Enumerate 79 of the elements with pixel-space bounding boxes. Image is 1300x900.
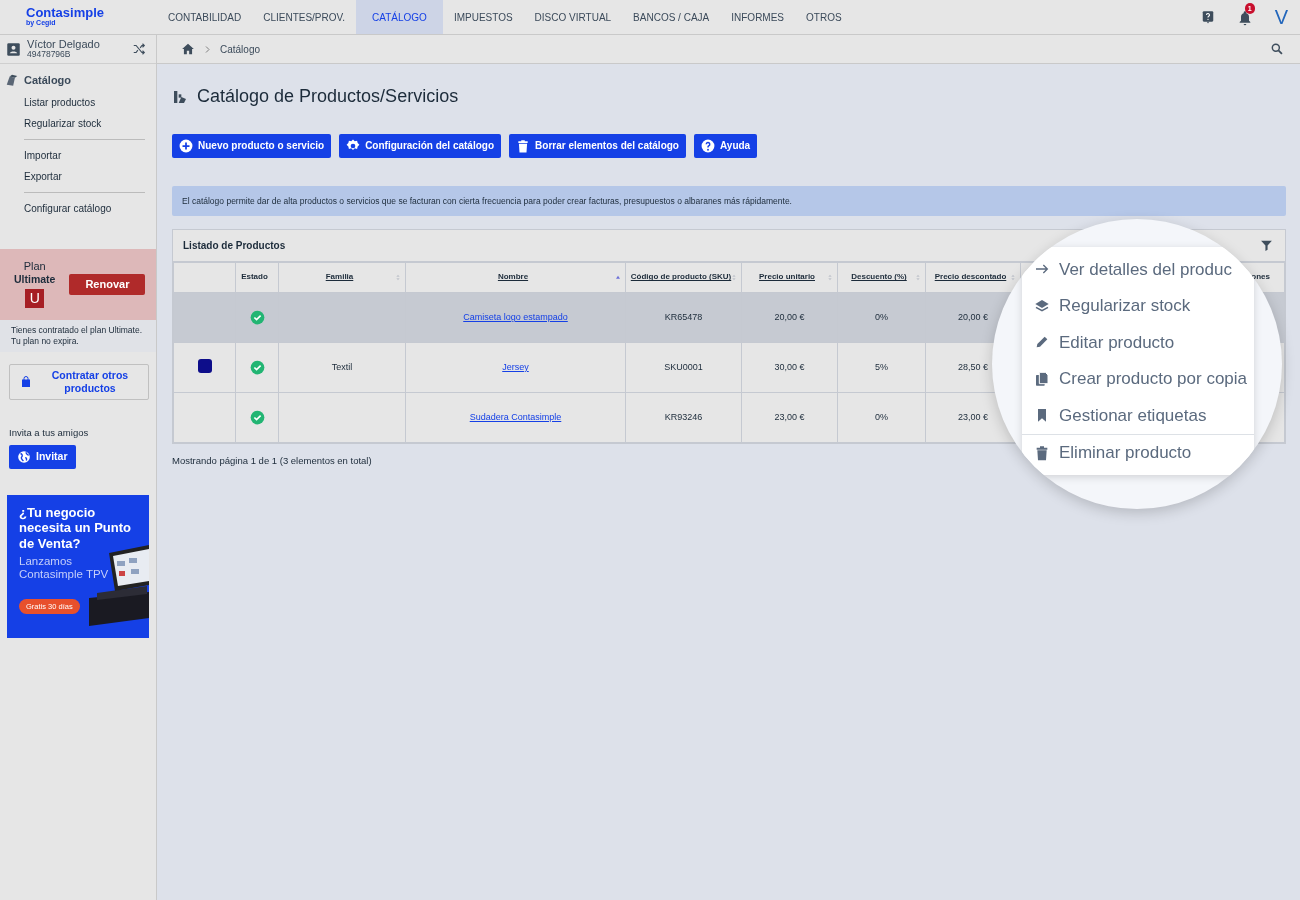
chevron-icon	[203, 44, 212, 54]
nav-tab[interactable]: CLIENTES/PROV.	[252, 0, 357, 34]
globe-icon	[17, 449, 31, 464]
invite-label: Invita a tus amigos	[9, 426, 90, 441]
table-cell: 5%	[875, 362, 888, 373]
shopping-bag-icon	[20, 375, 32, 390]
shuffle-icon[interactable]	[132, 42, 146, 56]
sidebar-item[interactable]: Configurar catálogo	[0, 197, 156, 219]
nav-tab[interactable]: CONTABILIDAD	[157, 0, 253, 34]
nav-tab[interactable]: DISCO VIRTUAL	[523, 0, 623, 34]
home-icon[interactable]	[181, 42, 195, 56]
table-cell: 0%	[875, 412, 888, 423]
table-cell: 20,00 €	[958, 312, 988, 323]
table-cell: 23,00 €	[774, 412, 805, 423]
action-button[interactable]: Borrar elementos del catálogo	[509, 133, 686, 158]
check-circle-icon	[249, 310, 265, 326]
copy-icon	[1034, 370, 1050, 387]
product-link[interactable]: Jersey	[502, 362, 529, 373]
plan-note: Tienes contratado el plan Ultimate. Tu plan no expira.	[0, 319, 156, 353]
check-circle-icon	[249, 410, 265, 426]
nav-tab[interactable]: IMPUESTOS	[442, 0, 524, 34]
plan-name: Ultimate	[14, 273, 56, 286]
sidebar-item[interactable]: Listar productos	[0, 91, 156, 113]
table-cell: SKU0001	[664, 362, 703, 373]
help-icon[interactable]	[1200, 10, 1215, 24]
product-link[interactable]: Sudadera Contasimple	[469, 412, 562, 423]
table-cell: 20,00 €	[774, 312, 805, 323]
nav-tab[interactable]: CATÁLOGO	[356, 0, 443, 34]
info-banner: El catálogo permite dar de alta productos o servicios que se facturan con cierta frecuencia para poder crear facturas, presupuestos o albaranes más rápidamente.	[172, 185, 1286, 217]
nav-tab[interactable]: OTROS	[795, 0, 853, 34]
renew-button[interactable]: Renovar	[69, 273, 146, 295]
promo-headline: ¿Tu negocio necesita un Punto de Venta?	[19, 504, 132, 552]
column-sort-header[interactable]: Precio unitario	[759, 273, 815, 283]
table-cell: 0%	[875, 312, 888, 323]
layers-icon	[1034, 297, 1050, 314]
sidebar-item[interactable]: Importar	[0, 144, 156, 166]
user-card-icon	[6, 41, 21, 57]
action-button[interactable]: Ayuda	[694, 133, 758, 158]
menu-item[interactable]: Gestionar etiquetas	[1022, 397, 1254, 434]
table-cell: KR65478	[664, 312, 703, 323]
table-title: Listado de Productos	[183, 239, 286, 254]
contract-button[interactable]: Contratar otros productos	[9, 364, 149, 401]
plan-badge: U	[25, 288, 45, 308]
sort-icon[interactable]	[730, 273, 738, 283]
column-header: Estado	[241, 273, 268, 283]
action-button[interactable]: Configuración del catálogo	[339, 133, 502, 158]
action-button[interactable]: Nuevo producto o servicio	[172, 133, 332, 158]
table-cell: 30,00 €	[774, 362, 805, 373]
pagination-info: Mostrando página 1 de 1 (3 elementos en total)	[172, 455, 372, 467]
user-name: Víctor Delgado	[27, 38, 100, 51]
sidebar-section[interactable]: Catálogo	[24, 72, 72, 89]
user-initial[interactable]: V	[1274, 2, 1288, 32]
column-sort-header[interactable]: Familia	[325, 273, 354, 283]
invite-button[interactable]: Invitar	[9, 444, 76, 469]
page-title: Catálogo de Productos/Servicios	[197, 86, 459, 108]
trash-icon	[1034, 444, 1050, 461]
table-cell: KR93246	[664, 412, 703, 423]
table-cell: 23,00 €	[958, 412, 988, 423]
search-icon[interactable]	[1270, 42, 1284, 56]
plan-label: Plan	[22, 260, 47, 274]
breadcrumb-item[interactable]: Catálogo	[220, 41, 261, 57]
table-cell: Textil	[331, 362, 353, 373]
user-id: 49478796B	[27, 50, 71, 60]
filter-icon[interactable]	[1260, 239, 1273, 253]
settings-icon	[346, 138, 361, 153]
catalog-icon	[5, 73, 19, 88]
sidebar-item[interactable]: Exportar	[0, 165, 156, 187]
column-sort-header[interactable]: Nombre	[497, 273, 529, 283]
promo-text: Lanzamos Contasimple TPV	[19, 555, 110, 581]
add-icon	[179, 138, 193, 153]
brand-logo[interactable]: Contasimple	[26, 6, 157, 19]
check-circle-icon	[249, 360, 265, 376]
nav-tab[interactable]: INFORMES	[720, 0, 796, 34]
table-cell: 28,50 €	[958, 362, 988, 373]
sidebar-item[interactable]: Regularizar stock	[0, 112, 156, 134]
trash-icon	[516, 138, 531, 153]
product-link[interactable]: Camiseta logo estampado	[463, 312, 568, 323]
nav-tab[interactable]: BANCOS / CAJA	[622, 0, 721, 34]
help-icon	[701, 138, 715, 153]
